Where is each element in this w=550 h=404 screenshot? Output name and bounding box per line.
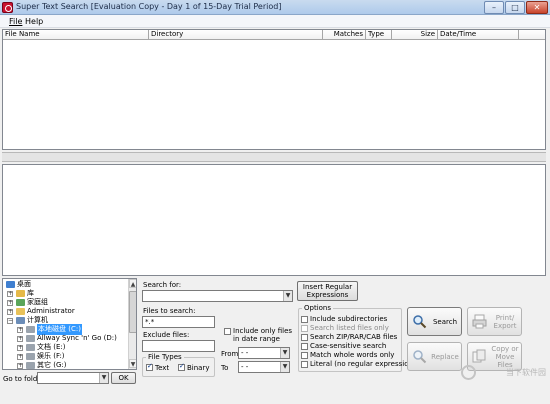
print-export-button[interactable]: Print/ Export — [467, 307, 522, 336]
replace-button[interactable]: Replace — [407, 342, 462, 371]
goto-ok-button[interactable]: OK — [111, 372, 136, 384]
close-button[interactable]: ✕ — [526, 1, 548, 14]
search-listed-files-checkbox[interactable] — [301, 325, 308, 332]
chevron-down-icon[interactable]: ▼ — [99, 373, 108, 383]
whole-words-checkbox[interactable] — [301, 352, 308, 359]
binary-checkbox[interactable] — [178, 362, 185, 371]
app-icon — [2, 2, 13, 13]
window-title: Super Text Search [Evaluation Copy - Day… — [16, 2, 282, 11]
drive-icon — [26, 344, 35, 351]
column-header-matches[interactable]: Matches — [323, 30, 366, 40]
computer-icon — [16, 317, 25, 324]
search-button[interactable]: Search — [407, 307, 462, 336]
search-button-label: Search — [432, 317, 458, 326]
include-subdirectories-label: Include subdirectories — [310, 315, 388, 323]
menu-bar: File Help — [0, 15, 550, 28]
user-folder-icon — [16, 308, 25, 315]
column-header-date-time[interactable]: Date/Time — [438, 30, 519, 40]
files-to-search-label: Files to search: — [143, 307, 196, 315]
search-archives-label: Search ZIP/RAR/CAB files — [310, 333, 398, 341]
scroll-thumb[interactable] — [129, 291, 136, 333]
column-header-size[interactable]: Size — [392, 30, 438, 40]
search-listed-files-label: Search listed files only — [310, 324, 389, 332]
text-checkbox-label: Text — [155, 364, 170, 372]
exclude-files-input[interactable] — [142, 340, 215, 352]
results-list[interactable]: File Name Directory Matches Type Size Da… — [2, 29, 546, 150]
column-header-file-name[interactable]: File Name — [3, 30, 149, 40]
column-header-filler — [519, 30, 545, 40]
chevron-down-icon[interactable]: ▼ — [283, 291, 292, 301]
tree-scrollbar[interactable]: ▲ ▼ — [128, 279, 136, 369]
library-icon — [16, 290, 25, 297]
drive-icon — [26, 335, 35, 342]
date-range-checkbox[interactable] — [224, 328, 231, 335]
date-from-label: From — [221, 350, 239, 358]
replace-icon — [413, 350, 427, 364]
chevron-down-icon[interactable]: ▼ — [280, 362, 289, 372]
maximize-button[interactable]: □ — [505, 1, 525, 14]
replace-button-label: Replace — [431, 352, 459, 361]
search-for-input[interactable] — [142, 290, 293, 302]
drive-icon — [26, 353, 35, 360]
column-header-directory[interactable]: Directory — [149, 30, 323, 40]
minimize-button[interactable]: – — [484, 1, 504, 14]
title-bar: Super Text Search [Evaluation Copy - Day… — [0, 0, 550, 15]
tree-item-label: 其它 (G:) — [37, 361, 67, 369]
include-subdirectories-checkbox[interactable] — [301, 316, 308, 323]
date-range-label: Include only files in date range — [233, 327, 293, 343]
magnifier-icon — [413, 315, 427, 329]
insert-regex-button[interactable]: Insert Regular Expressions — [297, 281, 358, 301]
preview-pane[interactable] — [2, 164, 546, 276]
column-header-type[interactable]: Type — [366, 30, 392, 40]
folder-tree[interactable]: 桌面 + 库 + 家庭组 + Administrator − 计算机 + 本地磁… — [2, 278, 137, 370]
pane-splitter[interactable] — [2, 152, 546, 162]
drive-icon — [26, 326, 35, 333]
drive-icon — [26, 362, 35, 369]
search-for-label: Search for: — [143, 281, 182, 289]
text-checkbox[interactable] — [146, 362, 153, 371]
chevron-down-icon[interactable]: ▼ — [280, 348, 289, 358]
desktop-icon — [6, 281, 15, 288]
homegroup-icon — [16, 299, 25, 306]
scroll-up-icon[interactable]: ▲ — [129, 279, 136, 288]
copy-move-label: Copy or Move Files — [491, 344, 519, 369]
expand-icon[interactable]: + — [17, 363, 23, 369]
file-types-title: File Types — [146, 353, 184, 361]
copy-files-icon — [472, 349, 486, 363]
print-export-label: Print/ Export — [493, 313, 517, 330]
whole-words-label: Match whole words only — [310, 351, 395, 359]
goto-folder-combo[interactable]: ▼ — [37, 372, 109, 384]
search-archives-checkbox[interactable] — [301, 334, 308, 341]
case-sensitive-label: Case-sensitive search — [310, 342, 387, 350]
options-title: Options — [302, 304, 334, 312]
menu-file[interactable]: File — [9, 17, 22, 26]
menu-help[interactable]: Help — [25, 17, 43, 26]
exclude-files-label: Exclude files: — [143, 331, 190, 339]
case-sensitive-checkbox[interactable] — [301, 343, 308, 350]
date-to-label: To — [221, 364, 229, 372]
printer-icon — [472, 314, 487, 329]
literal-checkbox[interactable] — [301, 361, 308, 368]
binary-checkbox-label: Binary — [187, 364, 210, 372]
files-to-search-input[interactable]: *.* — [142, 316, 215, 328]
literal-label: Literal (no regular expressions) — [310, 360, 420, 368]
tree-item[interactable]: + 其它 (G:) — [3, 360, 127, 369]
watermark: 当下软件园 — [506, 368, 546, 377]
scroll-down-icon[interactable]: ▼ — [129, 359, 136, 368]
watermark-logo-icon — [461, 365, 476, 380]
